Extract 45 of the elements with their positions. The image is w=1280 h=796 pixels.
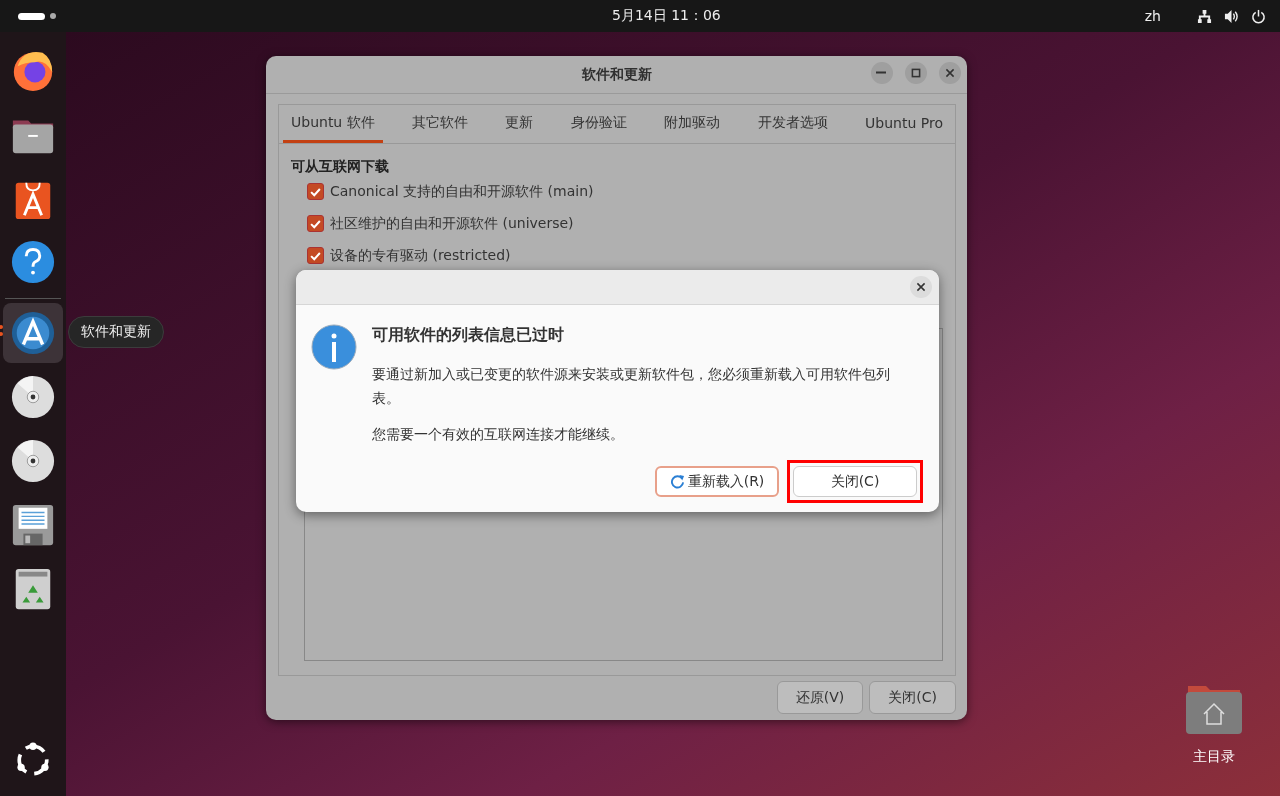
close-button[interactable] (939, 62, 961, 84)
window-title: 软件和更新 (581, 65, 652, 84)
volume-icon[interactable] (1224, 8, 1239, 24)
clock[interactable]: 5月14日 11：06 (611, 7, 721, 25)
network-icon[interactable] (1197, 8, 1212, 24)
tab[interactable]: Ubuntu Pro (857, 105, 951, 143)
minimize-button[interactable] (871, 62, 893, 84)
tab[interactable]: 附加驱动 (656, 105, 729, 143)
dialog-title: 可用软件的列表信息已过时 (372, 325, 565, 346)
maximize-button[interactable] (905, 62, 927, 84)
power-icon[interactable] (1251, 8, 1266, 24)
close-icon (944, 67, 956, 79)
checkbox-label: 设备的专有驱动 (restricted) (330, 246, 511, 264)
checkbox-label: Canonical 支持的自由和开源软件 (main) (330, 182, 594, 200)
checkbox[interactable] (307, 214, 324, 232)
refresh-icon (669, 474, 685, 489)
message-text: 要通过新加入或已变更的软件源来安装或更新软件包，您必须重新载入可用软件包列表。 (372, 365, 891, 408)
tab[interactable]: 其它软件 (404, 105, 477, 143)
tab[interactable]: Ubuntu 软件 (283, 105, 383, 143)
tab[interactable]: 身份验证 (562, 105, 635, 143)
dialog-button[interactable]: 关闭(C) (869, 681, 956, 714)
language-indicator[interactable]: zh (1144, 8, 1161, 24)
checkbox[interactable] (307, 246, 324, 264)
checkbox[interactable] (307, 182, 324, 200)
tab[interactable]: 开发者选项 (749, 105, 836, 143)
dialog-button[interactable]: 还原(V) (776, 681, 864, 714)
close-icon (915, 281, 927, 293)
message-text: 您需要一个有效的互联网连接才能继续。 (372, 425, 625, 444)
info-icon (310, 323, 358, 371)
desktop-icon-label[interactable]: 主目录 (1193, 748, 1235, 766)
dialog-button[interactable]: 关闭(C) (793, 466, 917, 497)
tab[interactable]: 更新 (497, 105, 542, 143)
disc-icon (10, 438, 56, 484)
help-icon (10, 239, 56, 285)
dock-item[interactable] (3, 303, 63, 363)
workspace-indicator[interactable] (16, 10, 58, 22)
checkbox-label: 社区维护的自由和开源软件 (universe) (330, 214, 574, 232)
tooltip: 软件和更新 (68, 316, 164, 348)
maximize-icon (910, 67, 922, 79)
close-button[interactable] (910, 276, 932, 298)
home-folder-icon[interactable] (1186, 684, 1242, 734)
dialog-button[interactable]: 重新载入(R) (655, 466, 779, 497)
disc-icon (10, 374, 56, 420)
minimize-icon (876, 71, 886, 74)
section-title: 可从互联网下载 (291, 158, 390, 176)
